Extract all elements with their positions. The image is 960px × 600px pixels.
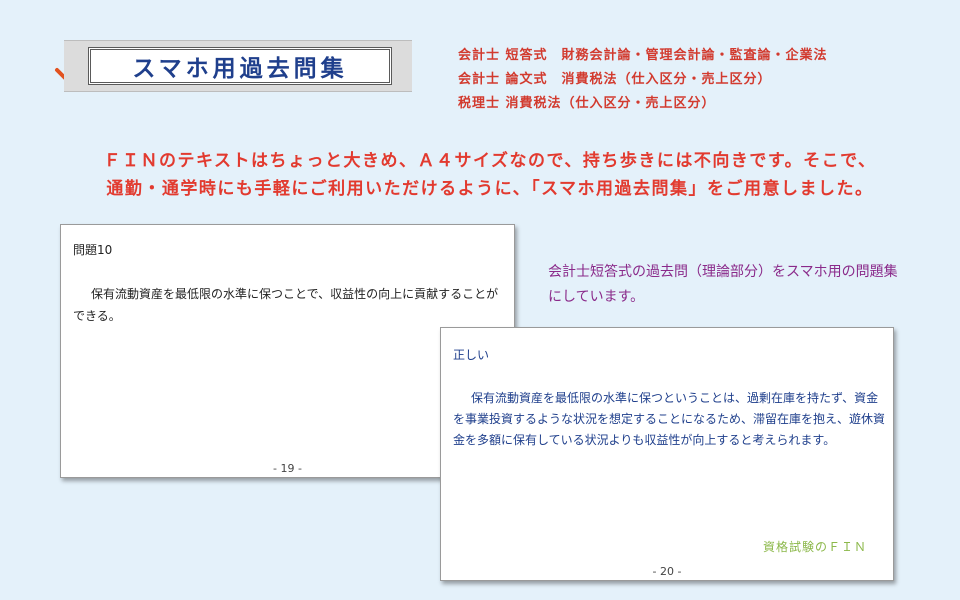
subject-item: 会計士 短答式 財務会計論・管理会計論・監査論・企業法 bbox=[458, 48, 828, 63]
description-text: 会計士短答式の過去問（理論部分）をスマホ用の問題集にしています。 bbox=[548, 264, 898, 305]
answer-card: 正しい 保有流動資産を最低限の水準に保つということは、過剰在庫を持たず、資金を事… bbox=[440, 327, 894, 581]
answer-verdict: 正しい bbox=[453, 348, 490, 362]
intro-line: ＦＩＮのテキストはちょっと大きめ、Ａ４サイズなので、持ち歩きには不向きです。そこ… bbox=[103, 151, 877, 171]
intro-text: ＦＩＮのテキストはちょっと大きめ、Ａ４サイズなので、持ち歩きには不向きです。そこ… bbox=[60, 147, 920, 203]
intro-line: 通勤・通学時にも手軽にご利用いただけるように、「スマホ用過去問集」をご用意しまし… bbox=[106, 179, 874, 199]
title-banner: スマホ用過去問集 bbox=[88, 47, 392, 85]
question-number: 問題10 bbox=[73, 243, 113, 257]
page-number: - 20 - bbox=[652, 565, 682, 578]
question-text: 保有流動資産を最低限の水準に保つことで、収益性の向上に貢献することができる。 bbox=[73, 287, 499, 323]
banner-title: スマホ用過去問集 bbox=[132, 56, 348, 82]
answer-text: 保有流動資産を最低限の水準に保つということは、過剰在庫を持たず、資金を事業投資す… bbox=[453, 391, 886, 447]
subject-item: 税理士 消費税法（仕入区分・売上区分） bbox=[458, 96, 716, 111]
brand-label: 資格試験のＦＩＮ bbox=[762, 540, 867, 554]
subject-item: 会計士 論文式 消費税法（仕入区分・売上区分） bbox=[458, 72, 772, 87]
subject-list: 会計士 短答式 財務会計論・管理会計論・監査論・企業法 会計士 論文式 消費税法… bbox=[458, 44, 828, 116]
